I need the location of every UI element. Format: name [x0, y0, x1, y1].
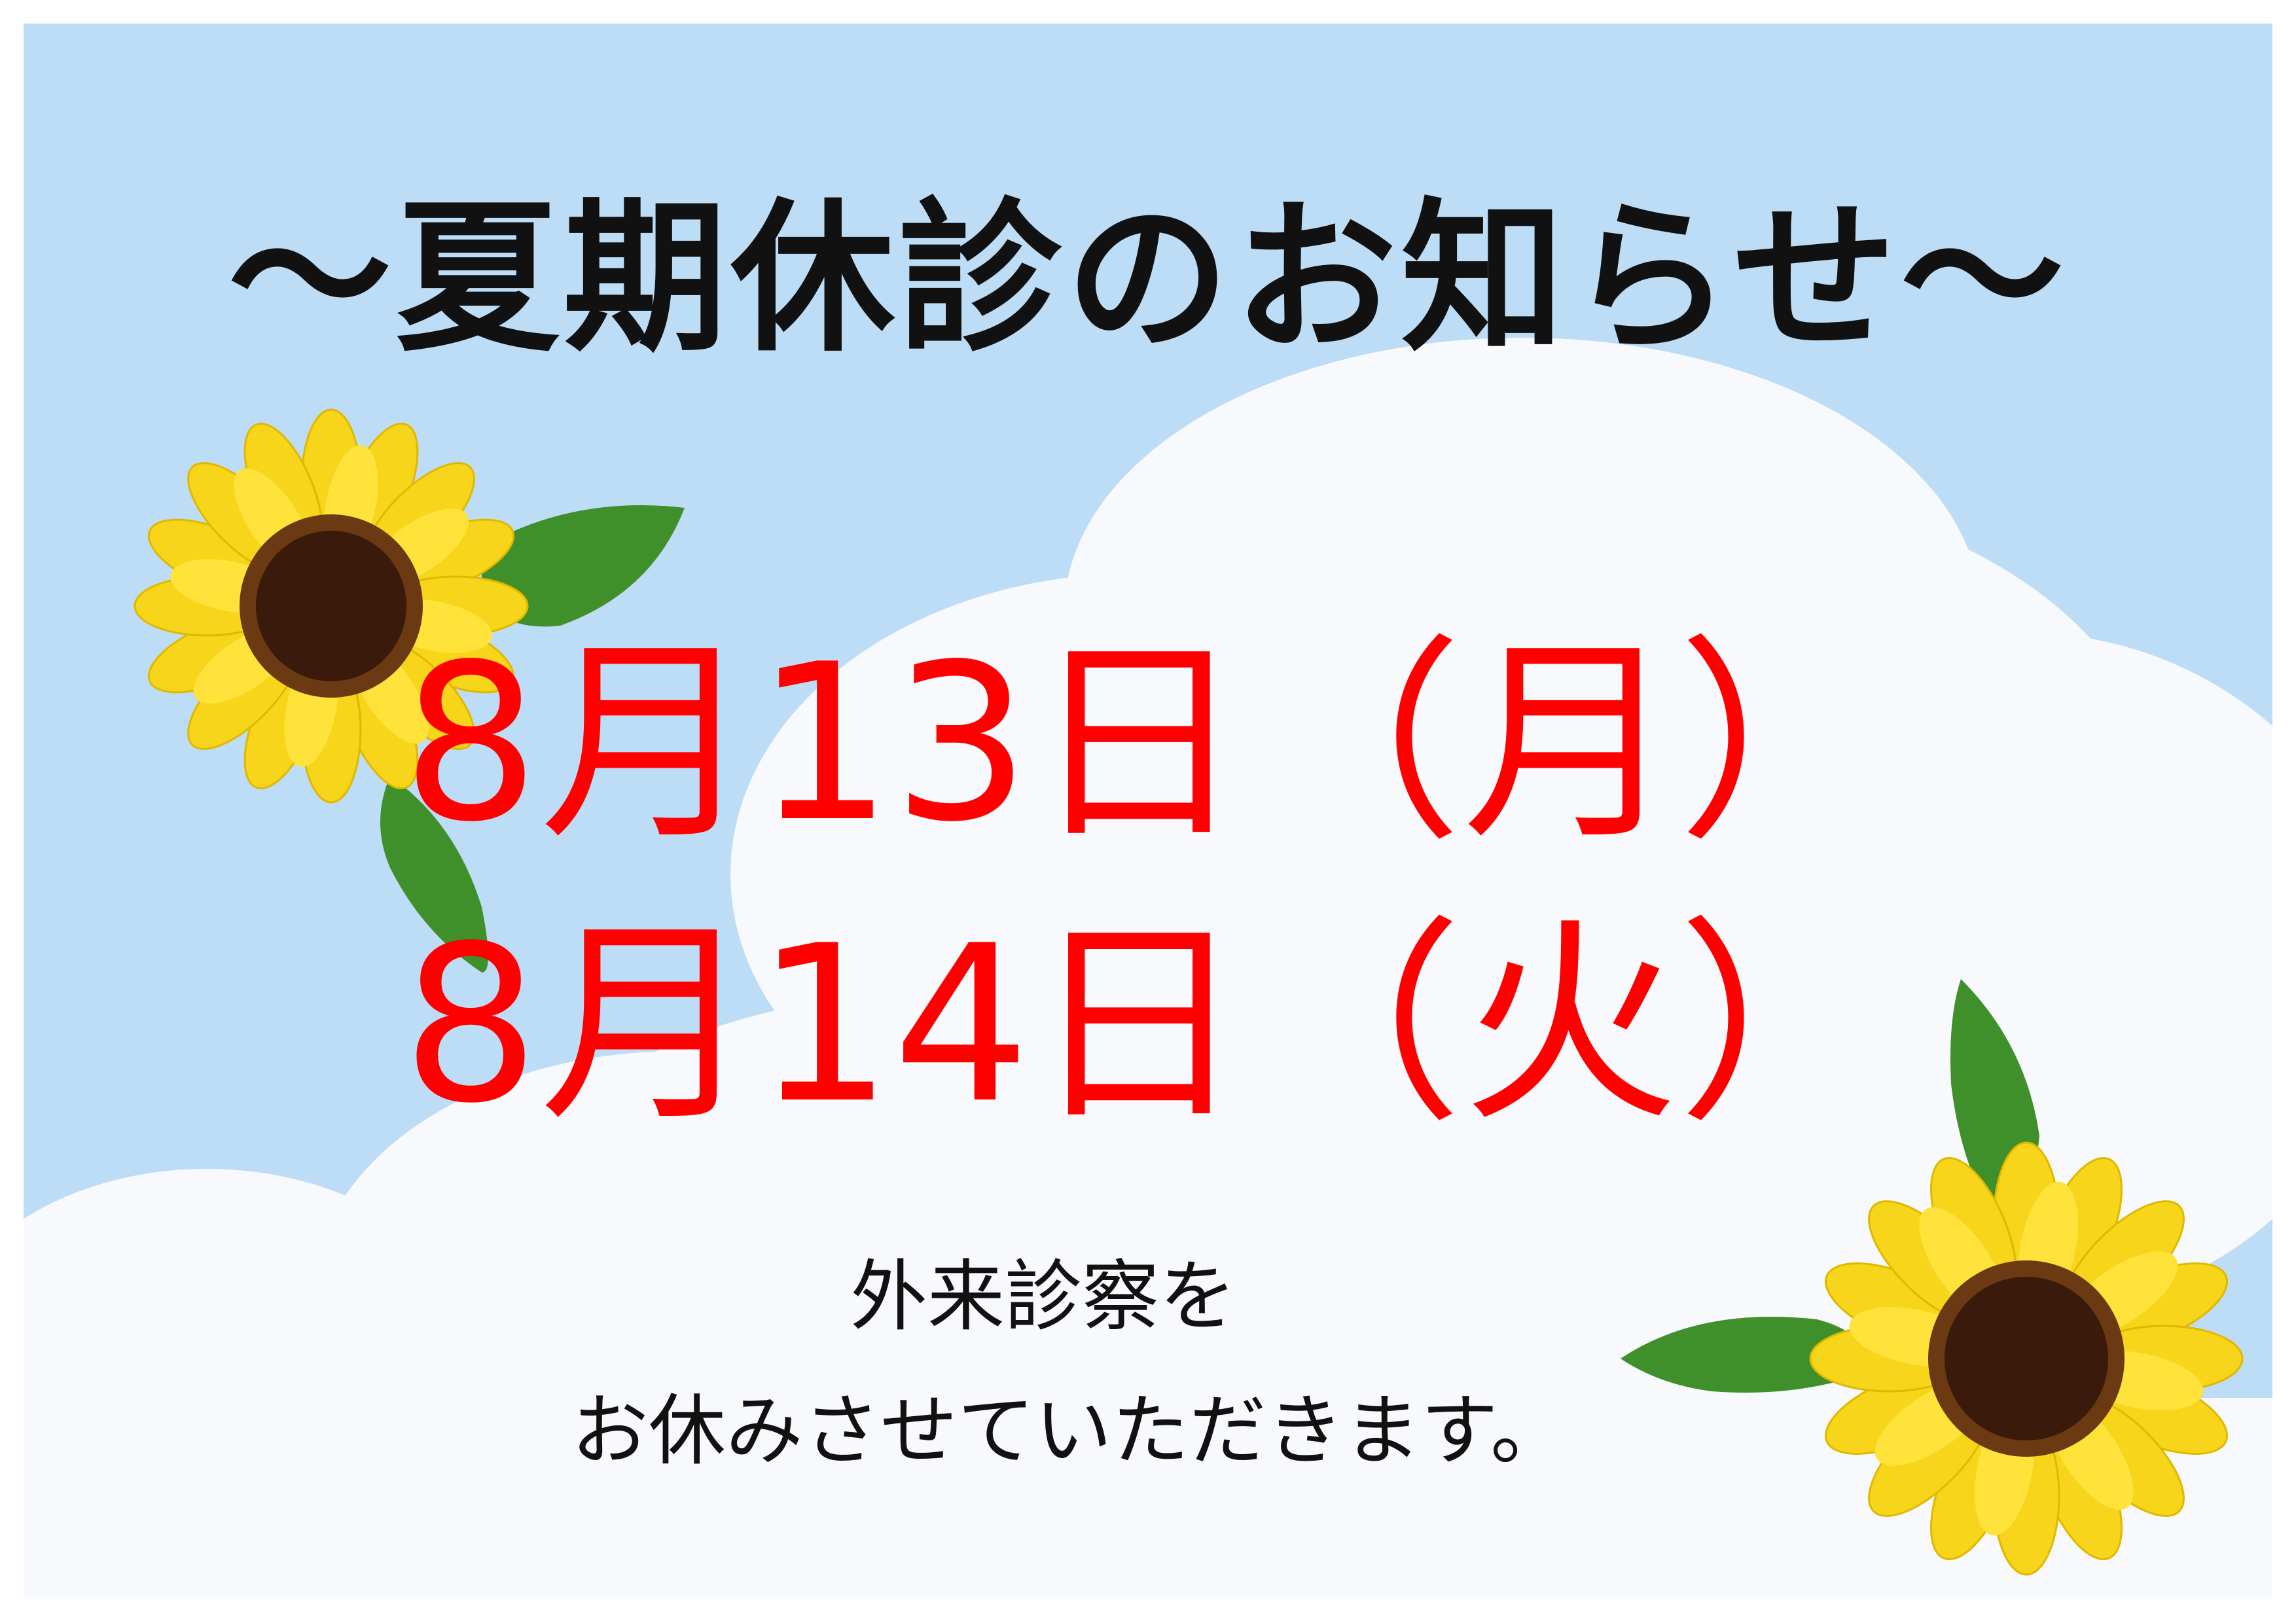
notice-poster: ～夏期休診のお知らせ～ 8月13日（月） 8月14日（火） 外来診察を お休みさ…: [24, 24, 2272, 1599]
message-line-2: お休みさせていただきます。: [571, 1385, 1568, 1476]
notice-page: ～夏期休診のお知らせ～ 8月13日（月） 8月14日（火） 外来診察を お休みさ…: [0, 0, 2296, 1623]
closure-date-2: 8月14日（火）: [402, 899, 1894, 1150]
notice-title: ～夏期休診のお知らせ～: [228, 183, 2068, 374]
message-line-1: 外来診察を: [850, 1251, 1236, 1342]
closure-date-1: 8月13日（月）: [402, 618, 1894, 869]
